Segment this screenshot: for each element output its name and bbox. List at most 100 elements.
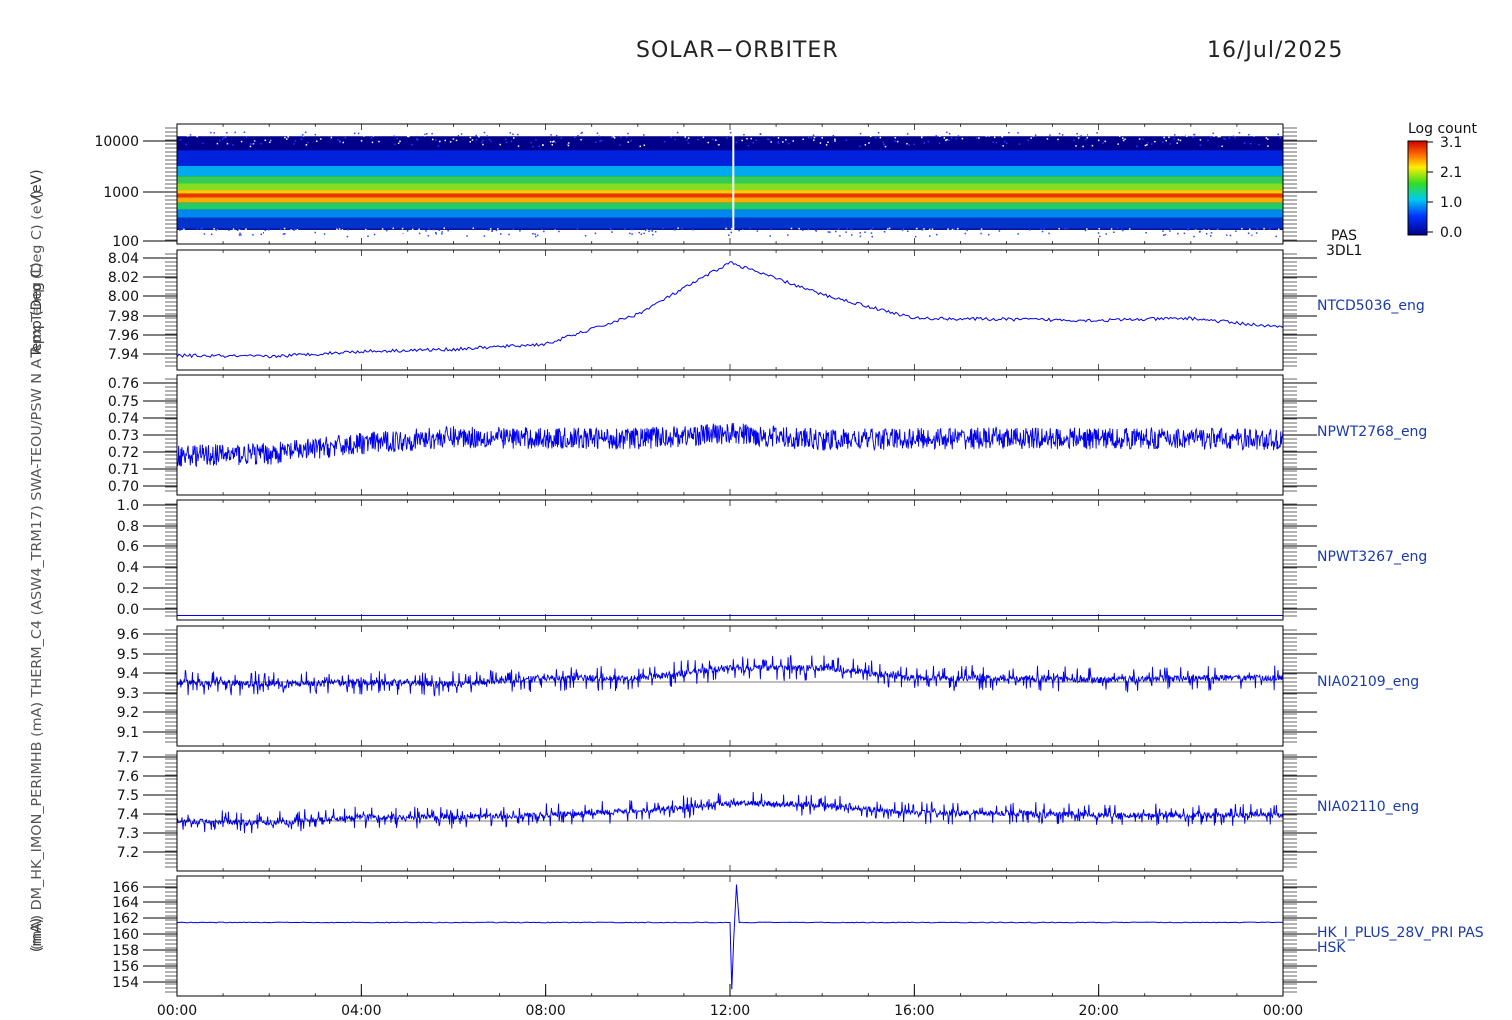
pas-count-dot bbox=[1075, 145, 1077, 147]
pas-count-dot bbox=[901, 229, 904, 231]
pas-count-dot bbox=[686, 230, 688, 233]
pas-count-dot bbox=[411, 143, 413, 146]
x-tick-label: 04:00 bbox=[341, 1003, 381, 1019]
pas-count-dot bbox=[1234, 136, 1236, 139]
pas-count-dot bbox=[554, 141, 557, 144]
pas-count-dot bbox=[947, 228, 949, 230]
pas-count-dot bbox=[894, 140, 896, 142]
pas-count-dot bbox=[1229, 234, 1232, 237]
pas-count-dot bbox=[581, 234, 583, 236]
pas-count-dot bbox=[1227, 233, 1229, 235]
pas-count-dot bbox=[834, 138, 836, 141]
pas-count-dot bbox=[998, 133, 1000, 135]
y-tick-label: 1000 bbox=[103, 185, 139, 201]
y-tick-label: 10000 bbox=[94, 134, 139, 150]
pas-count-dot bbox=[425, 230, 427, 232]
pas-count-dot bbox=[1258, 143, 1260, 146]
pas-count-dot bbox=[1087, 134, 1090, 136]
pas-count-dot bbox=[283, 227, 286, 230]
pas-count-dot bbox=[782, 141, 784, 143]
pas-count-dot bbox=[279, 228, 282, 231]
pas-count-dot bbox=[1256, 227, 1258, 230]
pas-count-dot bbox=[581, 131, 583, 134]
y-tick-label: 7.4 bbox=[117, 807, 139, 823]
pas-count-dot bbox=[508, 233, 510, 236]
pas-count-dot bbox=[402, 233, 405, 235]
pas-count-dot bbox=[769, 235, 771, 237]
pas-count-dot bbox=[1195, 232, 1197, 234]
panel-frame-nia02110 bbox=[176, 750, 1284, 872]
pas-count-dot bbox=[1185, 135, 1188, 137]
y-tick-label: 1.0 bbox=[117, 498, 139, 514]
pas-count-dot bbox=[867, 233, 870, 236]
pas-energy-band bbox=[177, 197, 1283, 203]
panel-right-label: NIA02110_eng bbox=[1317, 799, 1419, 815]
pas-count-dot bbox=[827, 231, 830, 233]
pas-count-dot bbox=[439, 140, 441, 143]
pas-count-dot bbox=[879, 136, 882, 139]
y-tick-label: 7.98 bbox=[108, 309, 139, 325]
pas-count-dot bbox=[1169, 143, 1172, 145]
pas-count-dot bbox=[500, 233, 502, 235]
pas-count-dot bbox=[785, 138, 787, 141]
pas-count-dot bbox=[981, 230, 983, 232]
pas-count-dot bbox=[339, 140, 341, 143]
pas-count-dot bbox=[964, 232, 967, 235]
y-tick-label: 7.2 bbox=[117, 845, 139, 861]
pas-count-dot bbox=[1013, 235, 1016, 237]
pas-energy-band bbox=[177, 176, 1283, 184]
pas-count-dot bbox=[1006, 142, 1008, 145]
panel-frame-ntcd bbox=[176, 249, 1284, 371]
pas-count-dot bbox=[1030, 137, 1032, 139]
pas-count-dot bbox=[1223, 137, 1225, 140]
pas-count-dot bbox=[1116, 134, 1118, 136]
pas-count-dot bbox=[768, 138, 771, 141]
pas-count-dot bbox=[1091, 144, 1094, 147]
pas-count-dot bbox=[179, 139, 182, 141]
pas-count-dot bbox=[752, 142, 755, 144]
pas-count-dot bbox=[357, 132, 360, 135]
pas-count-dot bbox=[1105, 132, 1107, 135]
pas-count-dot bbox=[813, 139, 815, 141]
pas-count-dot bbox=[776, 232, 778, 234]
pas-count-dot bbox=[1275, 235, 1277, 238]
pas-count-dot bbox=[644, 229, 647, 232]
pas-count-dot bbox=[532, 145, 534, 148]
pas-count-dot bbox=[374, 133, 377, 135]
pas-count-dot bbox=[481, 235, 484, 238]
pas-count-dot bbox=[464, 233, 467, 236]
pas-count-dot bbox=[1197, 232, 1200, 235]
pas-count-dot bbox=[630, 140, 632, 142]
pas-count-dot bbox=[346, 228, 349, 231]
pas-count-dot bbox=[439, 234, 441, 236]
pas-count-dot bbox=[770, 228, 772, 231]
pas-count-dot bbox=[488, 138, 491, 141]
pas-count-dot bbox=[458, 231, 461, 234]
pas-count-dot bbox=[923, 142, 926, 144]
pas-count-dot bbox=[767, 138, 769, 140]
pas-count-dot bbox=[569, 232, 571, 234]
y-tick-label: 160 bbox=[112, 927, 139, 943]
pas-count-dot bbox=[1003, 140, 1006, 143]
pas-count-dot bbox=[1247, 232, 1250, 235]
pas-count-dot bbox=[871, 235, 874, 238]
pas-count-dot bbox=[510, 140, 513, 143]
pas-count-dot bbox=[503, 231, 506, 234]
pas-count-dot bbox=[483, 131, 486, 134]
pas-count-dot bbox=[290, 229, 292, 231]
y-tick-label: 0.73 bbox=[108, 428, 139, 444]
pas-count-dot bbox=[859, 232, 861, 234]
pas-count-dot bbox=[1017, 132, 1019, 134]
pas-count-dot bbox=[1147, 231, 1150, 233]
pas-count-dot bbox=[913, 143, 915, 146]
pas-count-dot bbox=[650, 228, 653, 231]
colorbar-tick-label: 2.1 bbox=[1440, 165, 1462, 181]
panel-frame-nia02109 bbox=[176, 625, 1284, 747]
pas-count-dot bbox=[371, 141, 374, 144]
pas-count-dot bbox=[455, 139, 458, 142]
pas-count-dot bbox=[298, 132, 300, 135]
pas-count-dot bbox=[980, 228, 983, 230]
pas-count-dot bbox=[1104, 140, 1106, 143]
pas-count-dot bbox=[627, 141, 630, 143]
y-tick-label: 7.3 bbox=[117, 826, 139, 842]
